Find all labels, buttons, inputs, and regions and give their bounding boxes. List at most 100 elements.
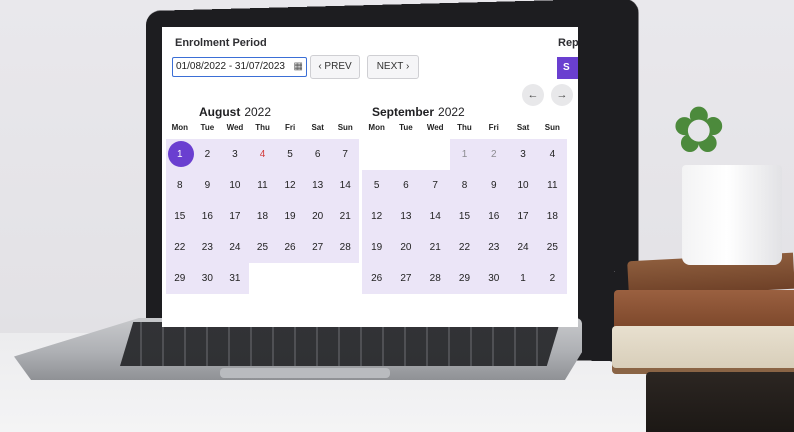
day-cell[interactable]: 22 xyxy=(449,232,480,263)
day-cell[interactable]: 4 xyxy=(537,139,567,170)
day-cell[interactable]: 29 xyxy=(449,263,480,294)
month-year: 2022 xyxy=(244,105,272,119)
day-number: 3 xyxy=(232,149,238,160)
day-cell[interactable]: 5 xyxy=(276,139,304,170)
month-year: 2022 xyxy=(438,105,465,119)
day-cell[interactable]: 12 xyxy=(362,201,392,232)
day-cell[interactable]: 7 xyxy=(331,139,359,170)
day-cell[interactable]: 23 xyxy=(479,232,509,263)
day-cell[interactable]: 10 xyxy=(508,170,538,201)
day-number: 21 xyxy=(429,242,441,253)
day-cell[interactable]: 11 xyxy=(248,170,277,201)
day-number: 23 xyxy=(488,242,500,253)
calendar-month-september: September 2022 Mon Tue Wed Thu Fri Sat Su… xyxy=(362,101,567,294)
day-number: 6 xyxy=(403,180,409,191)
day-cell[interactable]: 25 xyxy=(537,232,567,263)
day-cell[interactable]: 2 xyxy=(537,263,567,294)
weekday-label: Mon xyxy=(171,123,188,132)
day-cell[interactable]: 13 xyxy=(303,170,332,201)
day-cell[interactable]: 31 xyxy=(221,263,249,294)
day-cell[interactable]: 19 xyxy=(362,232,392,263)
day-cell[interactable]: 6 xyxy=(391,170,421,201)
day-cell[interactable]: 18 xyxy=(537,201,567,232)
day-cell[interactable]: 15 xyxy=(449,201,480,232)
day-cell xyxy=(166,294,194,325)
day-cell[interactable]: 20 xyxy=(303,201,332,232)
day-cell[interactable]: 5 xyxy=(362,170,392,201)
day-cell[interactable]: 10 xyxy=(221,170,249,201)
day-cell[interactable]: 16 xyxy=(479,201,509,232)
day-cell[interactable]: 9 xyxy=(193,170,222,201)
day-cell[interactable]: 14 xyxy=(331,170,359,201)
succulent-plant-icon: ✿ xyxy=(672,94,726,166)
weekday-label: Thu xyxy=(457,123,472,132)
day-cell[interactable]: 1 xyxy=(166,139,194,170)
day-cell[interactable]: 21 xyxy=(420,232,450,263)
day-number: 30 xyxy=(488,273,500,284)
day-cell[interactable]: 3 xyxy=(508,139,538,170)
day-cell[interactable]: 22 xyxy=(166,232,194,263)
day-cell xyxy=(331,263,359,294)
day-number: 20 xyxy=(400,242,412,253)
day-cell[interactable]: 2 xyxy=(193,139,222,170)
day-number: 27 xyxy=(400,273,412,284)
day-cell[interactable]: 9 xyxy=(479,170,509,201)
day-cell[interactable]: 26 xyxy=(276,232,304,263)
day-cell[interactable]: 2 xyxy=(479,139,509,170)
day-cell[interactable]: 14 xyxy=(420,201,450,232)
day-cell[interactable]: 25 xyxy=(248,232,277,263)
next-button[interactable]: NEXT › xyxy=(367,55,419,79)
day-cell[interactable]: 21 xyxy=(331,201,359,232)
date-range-input[interactable]: 01/08/2022 - 31/07/2023 ▦ xyxy=(172,57,307,77)
day-cell[interactable]: 3 xyxy=(221,139,249,170)
prev-button[interactable]: ‹ PREV xyxy=(310,55,360,79)
day-cell[interactable]: 16 xyxy=(193,201,222,232)
day-cell[interactable]: 24 xyxy=(221,232,249,263)
day-cell[interactable]: 13 xyxy=(391,201,421,232)
day-cell[interactable]: 30 xyxy=(193,263,222,294)
day-cell[interactable]: 29 xyxy=(166,263,194,294)
day-cell[interactable]: 17 xyxy=(221,201,249,232)
day-number: 13 xyxy=(312,180,324,191)
day-cell[interactable]: 11 xyxy=(537,170,567,201)
day-number: 2 xyxy=(491,149,497,160)
weekday-label: Sat xyxy=(516,123,530,132)
day-cell[interactable]: 23 xyxy=(193,232,222,263)
submit-button[interactable]: S xyxy=(557,57,578,79)
day-cell[interactable]: 26 xyxy=(362,263,392,294)
day-number: 28 xyxy=(339,242,351,253)
month-name: September xyxy=(372,105,435,119)
day-cell[interactable]: 6 xyxy=(303,139,332,170)
day-cell xyxy=(391,139,420,170)
day-cell[interactable]: 1 xyxy=(449,139,480,170)
date-range-value: 01/08/2022 - 31/07/2023 xyxy=(176,61,285,72)
day-cell[interactable]: 8 xyxy=(449,170,480,201)
day-cell[interactable]: 17 xyxy=(508,201,538,232)
day-number: 22 xyxy=(458,242,471,253)
day-cell[interactable]: 19 xyxy=(276,201,304,232)
day-cell[interactable]: 7 xyxy=(420,170,450,201)
day-cell[interactable]: 27 xyxy=(303,232,332,263)
calendar-icon[interactable]: ▦ xyxy=(294,58,303,76)
day-cell[interactable]: 28 xyxy=(331,232,359,263)
day-number: 29 xyxy=(174,273,186,284)
day-cell[interactable]: 12 xyxy=(276,170,304,201)
day-number: 5 xyxy=(287,149,293,160)
day-cell[interactable]: 24 xyxy=(508,232,538,263)
day-cell[interactable]: 20 xyxy=(391,232,421,263)
day-cell[interactable]: 30 xyxy=(479,263,509,294)
day-cell[interactable]: 4 xyxy=(248,139,277,170)
day-cell[interactable]: 28 xyxy=(420,263,450,294)
day-cell[interactable]: 18 xyxy=(248,201,277,232)
day-number: 4 xyxy=(549,149,556,160)
plant-pot xyxy=(682,165,782,265)
day-cell[interactable]: 27 xyxy=(391,263,421,294)
day-cell[interactable]: 8 xyxy=(166,170,194,201)
day-cell xyxy=(304,263,332,294)
month-title: September 2022 xyxy=(362,101,567,123)
day-number: 7 xyxy=(342,149,348,160)
month-title: August 2022 xyxy=(166,101,359,123)
day-cell[interactable]: 1 xyxy=(508,263,538,294)
day-number: 6 xyxy=(314,149,321,160)
day-cell[interactable]: 15 xyxy=(166,201,194,232)
